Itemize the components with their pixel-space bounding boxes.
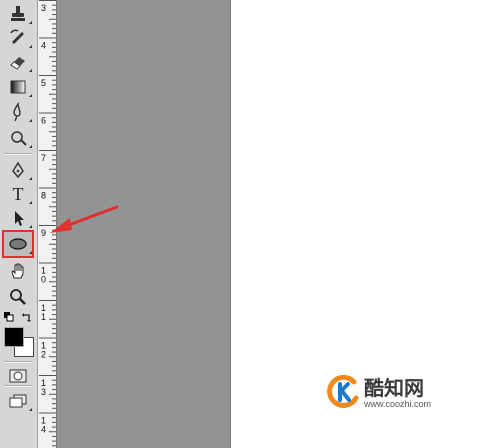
screen-mode-button[interactable]: [4, 389, 32, 413]
eraser-icon: [10, 57, 25, 70]
ruler-label: 4: [41, 41, 46, 51]
ruler-label: 3: [41, 3, 46, 13]
vertical-ruler: 34567891011121314: [38, 0, 57, 448]
dodge-icon: [11, 131, 27, 146]
ruler-label: 3: [41, 387, 46, 397]
magnifier-icon: [10, 289, 26, 305]
swap-colors-icon[interactable]: [21, 311, 33, 323]
clone-stamp-tool[interactable]: [4, 2, 32, 26]
watermark-url: www.coozhi.com: [364, 399, 432, 409]
ellipse-shape-tool[interactable]: [2, 230, 34, 258]
dodge-tool[interactable]: [4, 126, 32, 150]
ruler-label: 4: [41, 425, 46, 435]
screen-mode-icon: [9, 394, 27, 408]
tools-panel: T: [0, 0, 38, 448]
ruler-label: 8: [41, 191, 46, 201]
color-swap-row: [3, 311, 33, 323]
foreground-color-swatch[interactable]: [4, 327, 24, 347]
ruler-label: 0: [41, 275, 46, 285]
hand-icon: [11, 263, 24, 279]
color-swatches: [4, 327, 34, 359]
eraser-tool[interactable]: [4, 50, 32, 74]
ruler-label: 7: [41, 153, 46, 163]
hand-tool[interactable]: [4, 259, 32, 283]
ruler-label: 2: [41, 350, 46, 360]
type-icon: T: [12, 183, 24, 204]
canvas-pasteboard[interactable]: [57, 0, 231, 448]
arrow-pointer-icon: [15, 211, 24, 226]
blur-icon: [13, 102, 21, 122]
watermark-name: 酷知网: [364, 376, 424, 400]
zoom-tool[interactable]: [4, 285, 32, 309]
clone-stamp-icon: [11, 6, 25, 21]
ruler-label: 5: [41, 78, 46, 88]
path-selection-tool[interactable]: [4, 206, 32, 230]
logo-mark-icon: [327, 374, 359, 408]
ruler-label: 6: [41, 116, 46, 126]
ruler-ticks: 34567891011121314: [39, 0, 56, 447]
blur-tool[interactable]: [4, 100, 32, 124]
pen-tool[interactable]: [4, 158, 32, 182]
quick-mask-icon: [9, 369, 27, 383]
watermark-logo: 酷知网 www.coozhi.com: [326, 372, 446, 414]
ellipse-icon: [9, 238, 27, 250]
ruler-label: 1: [41, 312, 46, 322]
gradient-tool[interactable]: [4, 75, 32, 99]
history-brush-tool[interactable]: [4, 26, 32, 50]
type-tool[interactable]: T: [4, 182, 32, 206]
history-brush-icon: [10, 29, 24, 44]
gradient-icon: [10, 80, 26, 94]
pen-icon: [12, 161, 24, 179]
ruler-label: 9: [41, 228, 46, 238]
